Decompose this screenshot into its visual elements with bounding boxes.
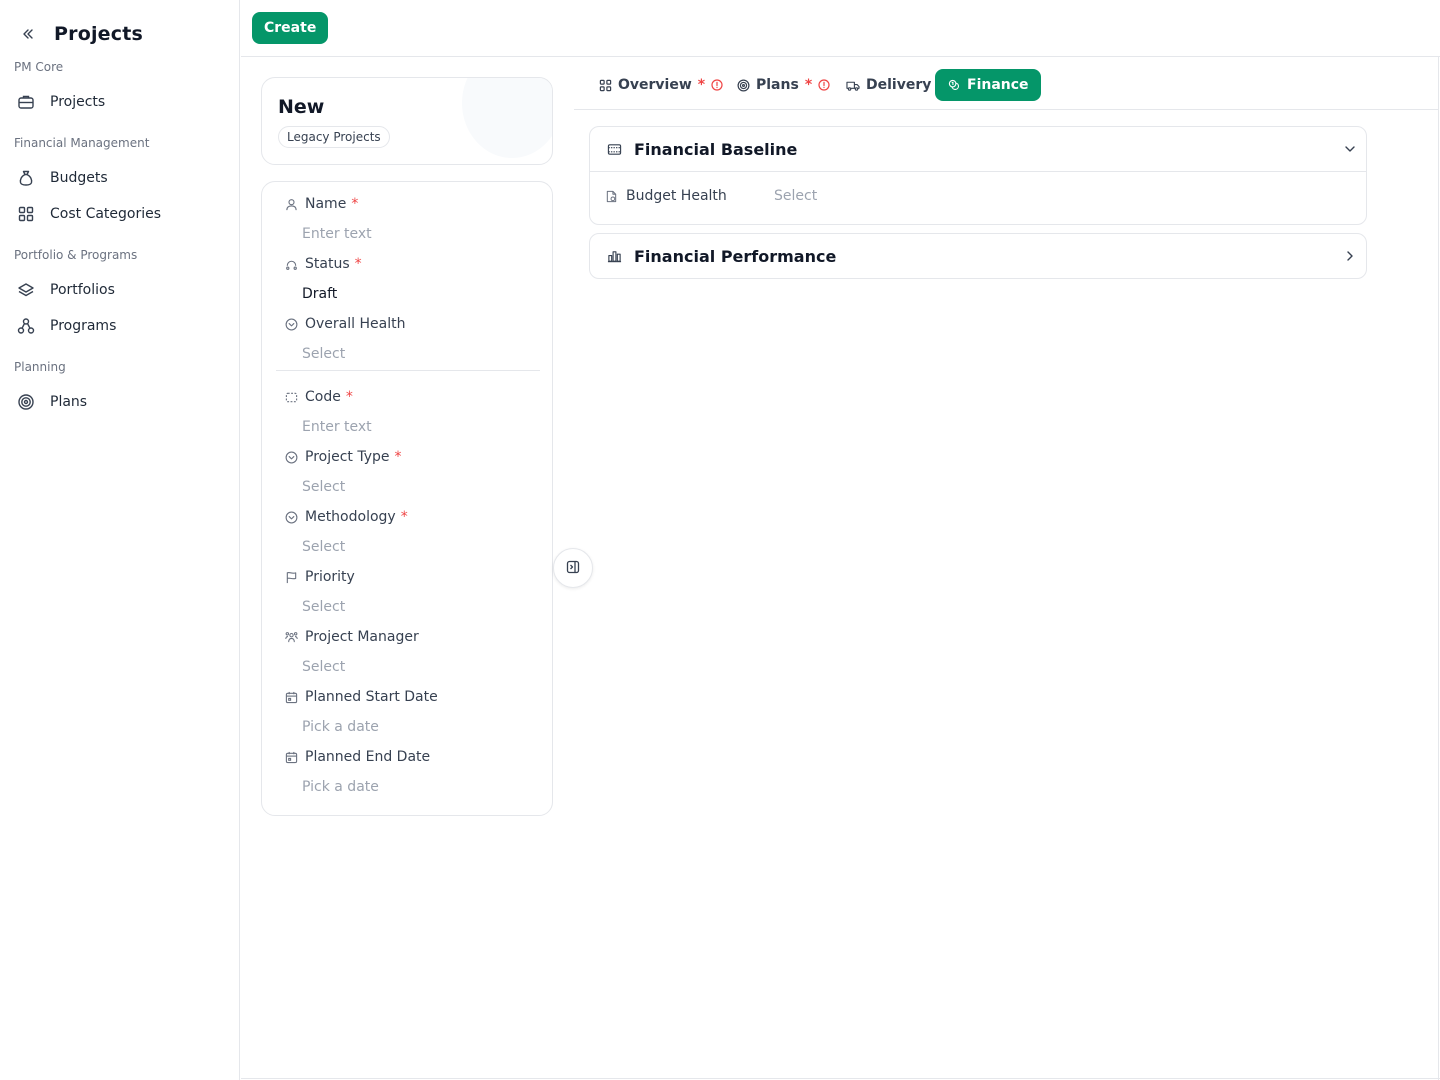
status-icon <box>284 257 298 271</box>
truck-icon <box>846 78 860 92</box>
project-form-card: Name * Enter text Status * Draft Overall H… <box>261 181 553 816</box>
wallet-icon <box>606 141 622 157</box>
sidebar-item-label: Plans <box>50 394 88 410</box>
priority-select[interactable]: Select <box>302 597 345 617</box>
financial-baseline-section: Financial Baseline Budget Health Select <box>589 126 1367 225</box>
sidebar-item-portfolios[interactable]: Portfolios <box>8 274 232 306</box>
field-label-planned-end-date: Planned End Date <box>284 747 430 767</box>
record-type-badge: Legacy Projects <box>278 126 390 148</box>
field-label-project-manager: Project Manager <box>284 627 419 647</box>
users-icon <box>284 630 298 644</box>
panel-collapse-icon <box>566 559 580 578</box>
sidebar-item-plans[interactable]: Plans <box>8 386 232 418</box>
field-label-overall-health: Overall Health <box>284 314 405 334</box>
content-border-right <box>1438 57 1439 1080</box>
chevron-down-icon <box>1342 141 1358 157</box>
sidebar: Projects PM Core Projects Financial Mana… <box>0 0 240 1080</box>
circle-chevron-icon <box>284 450 298 464</box>
create-button[interactable]: Create <box>252 12 329 44</box>
top-toolbar: Create <box>241 0 1440 57</box>
tab-plans[interactable]: Plans * <box>724 69 842 101</box>
sidebar-item-budgets[interactable]: Budgets <box>8 162 232 194</box>
sidebar-header: Projects <box>14 20 143 48</box>
financial-performance-header[interactable]: Financial Performance <box>590 234 1366 278</box>
sidebar-item-label: Programs <box>50 318 117 334</box>
field-label-budget-health: Budget Health <box>604 186 727 206</box>
section-divider <box>590 171 1366 172</box>
panel-toggle-button[interactable] <box>553 548 593 588</box>
sidebar-item-projects[interactable]: Projects <box>8 86 232 118</box>
project-manager-select[interactable]: Select <box>302 657 345 677</box>
tab-delivery[interactable]: Delivery <box>834 69 943 101</box>
briefcase-icon <box>16 92 36 112</box>
sidebar-item-label: Cost Categories <box>50 206 162 222</box>
field-label-status: Status * <box>284 254 362 274</box>
network-icon <box>16 316 36 336</box>
grid-icon <box>598 78 612 92</box>
financial-baseline-header[interactable]: Financial Baseline <box>590 127 1366 171</box>
warning-icon <box>711 79 723 91</box>
calendar-icon <box>284 690 298 704</box>
circle-chevron-icon <box>284 317 298 331</box>
sidebar-section-pm-core: PM Core <box>14 60 64 74</box>
grid-icon <box>16 204 36 224</box>
layers-icon <box>16 280 36 300</box>
chevrons-left-icon[interactable] <box>14 20 42 48</box>
field-label-methodology: Methodology * <box>284 507 408 527</box>
field-label-planned-start-date: Planned Start Date <box>284 687 438 707</box>
field-label-project-type: Project Type * <box>284 447 402 467</box>
sidebar-title: Projects <box>54 23 144 45</box>
tab-overview[interactable]: Overview * <box>586 69 735 101</box>
target-icon <box>16 392 36 412</box>
overall-health-select[interactable]: Select <box>302 344 345 364</box>
sidebar-item-label: Portfolios <box>50 282 115 298</box>
target-icon <box>736 78 750 92</box>
code-input[interactable]: Enter text <box>302 417 372 437</box>
money-bag-icon <box>16 168 36 188</box>
record-tabs: Overview * Plans * Delivery Finance <box>574 69 1439 110</box>
status-select[interactable]: Draft <box>302 284 337 304</box>
code-box-icon <box>284 390 298 404</box>
planned-start-date-picker[interactable]: Pick a date <box>302 717 379 737</box>
decorative-circle <box>462 78 552 158</box>
flag-icon <box>284 570 298 584</box>
sidebar-item-cost-categories[interactable]: Cost Categories <box>8 198 232 230</box>
project-type-select[interactable]: Select <box>302 477 345 497</box>
calendar-icon <box>284 750 298 764</box>
record-header-card: New Legacy Projects <box>261 77 553 165</box>
chevron-right-icon <box>1342 248 1358 264</box>
tab-finance[interactable]: Finance <box>935 69 1041 101</box>
circle-chevron-icon <box>284 510 298 524</box>
budget-file-icon <box>604 189 618 203</box>
sidebar-item-label: Budgets <box>50 170 108 186</box>
bar-chart-icon <box>606 248 622 264</box>
record-title: New <box>278 96 325 118</box>
methodology-select[interactable]: Select <box>302 537 345 557</box>
user-icon <box>284 197 298 211</box>
sidebar-section-portfolio: Portfolio & Programs <box>14 248 138 262</box>
coins-icon <box>947 78 961 92</box>
planned-end-date-picker[interactable]: Pick a date <box>302 777 379 797</box>
sidebar-item-label: Projects <box>50 94 106 110</box>
field-label-priority: Priority <box>284 567 355 587</box>
warning-icon <box>818 79 830 91</box>
content-border-bottom <box>241 1078 1440 1079</box>
sidebar-section-financial: Financial Management <box>14 136 150 150</box>
sidebar-section-planning: Planning <box>14 360 66 374</box>
name-input[interactable]: Enter text <box>302 224 372 244</box>
financial-performance-section: Financial Performance <box>589 233 1367 279</box>
budget-health-select[interactable]: Select <box>774 186 817 206</box>
sidebar-item-programs[interactable]: Programs <box>8 310 232 342</box>
field-label-code: Code * <box>284 387 353 407</box>
field-label-name: Name * <box>284 194 358 214</box>
form-divider <box>276 370 540 371</box>
